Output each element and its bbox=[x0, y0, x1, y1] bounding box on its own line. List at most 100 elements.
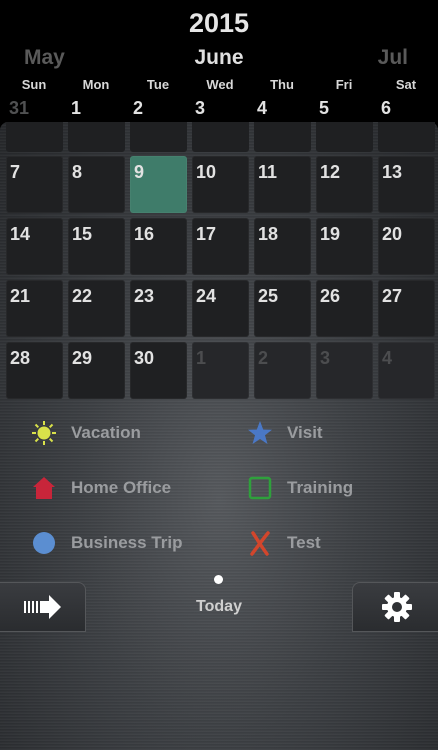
day-number: 26 bbox=[320, 286, 341, 306]
day-number: 4 bbox=[382, 348, 393, 368]
legend-test[interactable]: Test bbox=[247, 528, 321, 558]
legend-label: Test bbox=[287, 533, 321, 552]
legend-label: Training bbox=[287, 478, 354, 497]
day-number: 23 bbox=[134, 286, 155, 306]
day-3[interactable]: 3 bbox=[195, 98, 205, 119]
weekday-tue: Tue bbox=[146, 77, 170, 92]
day-cell-11[interactable]: 11 bbox=[254, 156, 311, 213]
day-cell-24[interactable]: 24 bbox=[192, 280, 249, 337]
day-number: 28 bbox=[10, 348, 31, 368]
day-cell-8[interactable]: 8 bbox=[68, 156, 125, 213]
weekday-thu: Thu bbox=[270, 77, 294, 92]
legend-visit[interactable]: Visit bbox=[247, 418, 323, 448]
day-cell-6[interactable] bbox=[378, 122, 435, 152]
day-number: 8 bbox=[72, 162, 83, 182]
weekday-sat: Sat bbox=[395, 77, 417, 92]
day-number: 12 bbox=[320, 162, 341, 182]
day-cell-23[interactable]: 23 bbox=[130, 280, 187, 337]
day-number: 27 bbox=[382, 286, 403, 306]
day-cell-21[interactable]: 21 bbox=[6, 280, 63, 337]
day-number: 13 bbox=[382, 162, 403, 182]
day-cell-28[interactable]: 28 bbox=[6, 342, 63, 399]
legend-label: Visit bbox=[287, 423, 323, 442]
day-cell-12[interactable]: 12 bbox=[316, 156, 373, 213]
sun-icon bbox=[31, 420, 57, 446]
day-cell-17[interactable]: 17 bbox=[192, 218, 249, 275]
day-cell-27[interactable]: 27 bbox=[378, 280, 435, 337]
day-6[interactable]: 6 bbox=[381, 98, 391, 119]
day-number: 19 bbox=[320, 224, 341, 244]
day-cell-3[interactable] bbox=[192, 122, 249, 152]
legend-home-office[interactable]: Home Office bbox=[31, 473, 171, 503]
legend-business-trip[interactable]: Business Trip bbox=[31, 528, 182, 558]
day-number: 9 bbox=[134, 162, 145, 182]
day-number: 15 bbox=[72, 224, 93, 244]
day-5[interactable]: 5 bbox=[319, 98, 329, 119]
day-31-prev[interactable]: 31 bbox=[9, 98, 29, 119]
day-cell-2-next[interactable]: 2 bbox=[254, 342, 311, 399]
day-cell-30[interactable]: 30 bbox=[130, 342, 187, 399]
day-cell-13[interactable]: 13 bbox=[378, 156, 435, 213]
day-number: 16 bbox=[134, 224, 155, 244]
legend-training[interactable]: Training bbox=[247, 473, 353, 503]
star-icon bbox=[247, 420, 273, 446]
cross-icon bbox=[247, 530, 273, 556]
day-2[interactable]: 2 bbox=[133, 98, 143, 119]
weekday-mon: Mon bbox=[82, 77, 110, 92]
day-number: 25 bbox=[258, 286, 279, 306]
day-cell-26[interactable]: 26 bbox=[316, 280, 373, 337]
current-month-title: June bbox=[194, 46, 244, 69]
day-cell-5[interactable] bbox=[316, 122, 373, 152]
day-cell-31-prev[interactable] bbox=[6, 122, 63, 152]
day-cell-1-next[interactable]: 1 bbox=[192, 342, 249, 399]
calendar-header: 2015 May June Jul Sun Mon Tue Wed Thu Fr… bbox=[0, 0, 438, 120]
weekday-fri: Fri bbox=[335, 77, 353, 92]
day-cell-4-next[interactable]: 4 bbox=[378, 342, 435, 399]
weekday-wed: Wed bbox=[206, 77, 234, 92]
day-cell-15[interactable]: 15 bbox=[68, 218, 125, 275]
day-cell-22[interactable]: 22 bbox=[68, 280, 125, 337]
day-1[interactable]: 1 bbox=[71, 98, 81, 119]
gear-icon bbox=[381, 591, 413, 628]
day-cell-1[interactable] bbox=[68, 122, 125, 152]
day-number: 11 bbox=[258, 162, 278, 182]
next-month-button[interactable]: Jul bbox=[378, 46, 408, 70]
weekday-header: Sun Mon Tue Wed Thu Fri Sat bbox=[3, 77, 437, 93]
day-cell-19[interactable]: 19 bbox=[316, 218, 373, 275]
day-number: 2 bbox=[258, 348, 269, 368]
day-number: 17 bbox=[196, 224, 217, 244]
day-number: 24 bbox=[196, 286, 217, 306]
day-cell-10[interactable]: 10 bbox=[192, 156, 249, 213]
day-cell-4[interactable] bbox=[254, 122, 311, 152]
day-cell-7[interactable]: 7 bbox=[6, 156, 63, 213]
day-number: 3 bbox=[320, 348, 331, 368]
day-number: 14 bbox=[10, 224, 31, 244]
legend-label: Business Trip bbox=[71, 533, 183, 552]
settings-button[interactable] bbox=[352, 582, 438, 632]
square-outline-icon bbox=[247, 475, 273, 501]
circle-icon bbox=[31, 530, 57, 556]
day-number: 1 bbox=[196, 348, 207, 368]
day-cell-18[interactable]: 18 bbox=[254, 218, 311, 275]
day-cell-20[interactable]: 20 bbox=[378, 218, 435, 275]
legend-label: Home Office bbox=[71, 478, 172, 497]
legend-vacation[interactable]: Vacation bbox=[31, 418, 141, 448]
day-cell-25[interactable]: 25 bbox=[254, 280, 311, 337]
day-cell-2[interactable] bbox=[130, 122, 187, 152]
day-4[interactable]: 4 bbox=[257, 98, 267, 119]
day-number: 30 bbox=[134, 348, 155, 368]
year-title: 2015 bbox=[188, 8, 250, 38]
day-cell-3-next[interactable]: 3 bbox=[316, 342, 373, 399]
day-cell-16[interactable]: 16 bbox=[130, 218, 187, 275]
page-indicator-dot bbox=[214, 575, 223, 584]
day-cell-29[interactable]: 29 bbox=[68, 342, 125, 399]
day-number: 7 bbox=[10, 162, 21, 182]
day-number: 29 bbox=[72, 348, 93, 368]
day-number: 20 bbox=[382, 224, 403, 244]
day-cell-14[interactable]: 14 bbox=[6, 218, 63, 275]
day-cell-9-today[interactable]: 9 bbox=[130, 156, 187, 213]
day-number: 22 bbox=[72, 286, 93, 306]
house-icon bbox=[31, 475, 57, 501]
weekday-sun: Sun bbox=[21, 77, 47, 92]
day-number: 10 bbox=[196, 162, 217, 182]
